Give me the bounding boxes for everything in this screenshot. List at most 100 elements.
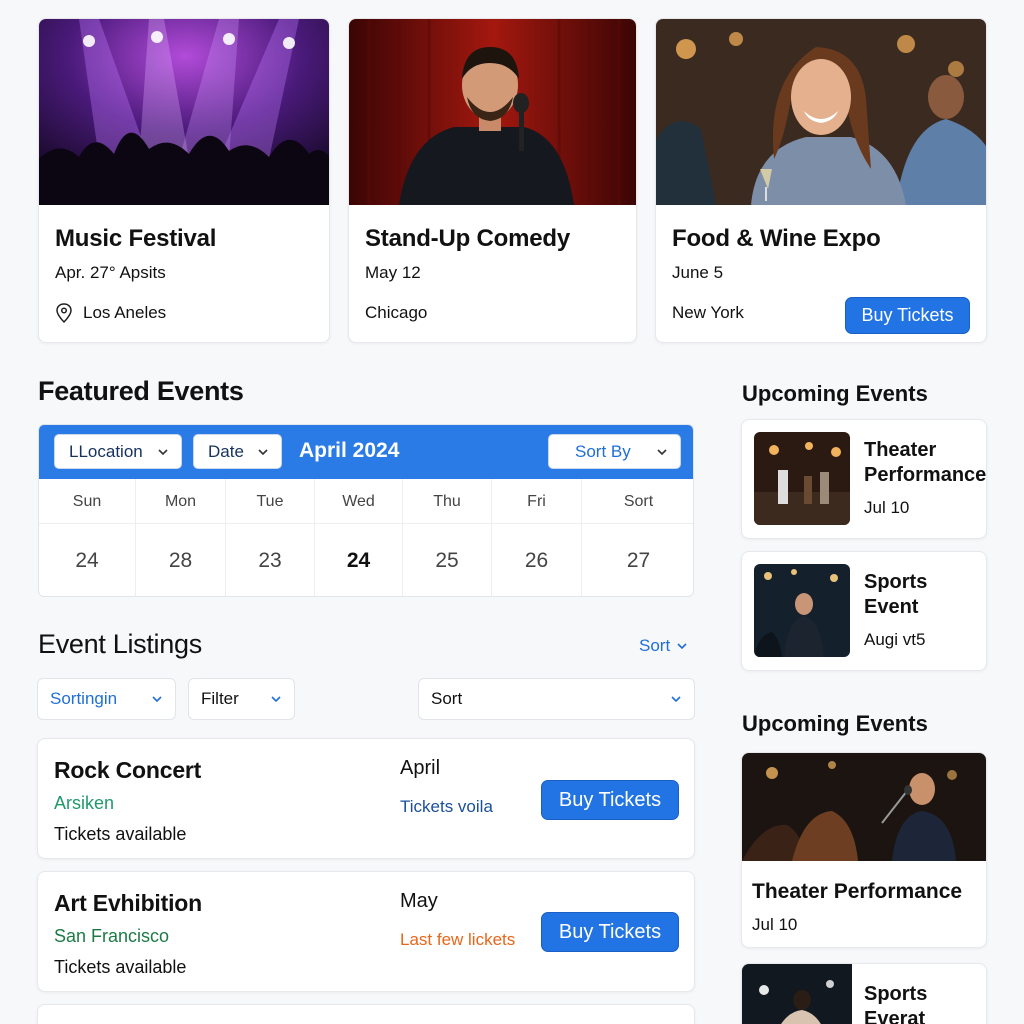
sort-link-label: Sort — [639, 636, 671, 655]
event-image — [39, 19, 329, 205]
upcoming-card-theater[interactable]: Theater Performance Jul 10 — [741, 419, 987, 539]
event-location-text: Los Aneles — [83, 303, 167, 322]
day-number: 23 — [258, 549, 282, 572]
chevron-down-icon — [671, 696, 681, 703]
upcoming-title-line: Performance — [864, 464, 987, 486]
upcoming-events-title: Upcoming Events — [742, 381, 928, 406]
day-number-current: 24 — [346, 549, 371, 572]
listing-month: April — [400, 757, 441, 779]
upcoming-card-sports-bottom[interactable]: Sports Everat — [741, 963, 987, 1024]
event-thumbnail — [754, 564, 850, 657]
event-image — [742, 753, 986, 861]
calendar-grid: Sun 24 Mon 28 Tue 23 Wed 24 Thu 25 Fri 2… — [39, 479, 693, 596]
upcoming-title-line: Event — [864, 596, 919, 618]
event-thumbnail — [742, 964, 852, 1024]
calendar-day-tue[interactable]: Tue 23 — [226, 479, 315, 596]
calendar-day-wed[interactable]: Wed 24 — [315, 479, 403, 596]
sort-by-select[interactable]: Sort By — [548, 434, 681, 469]
weekday-label: Wed — [342, 493, 375, 510]
day-number: 26 — [524, 549, 549, 572]
sort-select-label: Sort — [431, 689, 463, 708]
featured-events-title: Featured Events — [38, 376, 244, 406]
upcoming-title-line: Sports — [864, 983, 928, 1005]
sorting-select[interactable]: Sortingin — [37, 678, 176, 720]
chevron-down-icon — [152, 696, 162, 703]
event-location-text: New York — [672, 303, 744, 322]
event-title: Music Festival — [55, 225, 217, 252]
upcoming-feature-card[interactable]: Theater Performance Jul 10 — [741, 752, 987, 948]
listing-name: Art Evhibition — [54, 890, 202, 916]
event-title: Food & Wine Expo — [672, 225, 881, 252]
upcoming-date: Jul 10 — [864, 498, 910, 517]
event-location: Chicago — [365, 303, 427, 323]
chevron-down-icon — [271, 696, 281, 703]
weekday-label: Mon — [164, 493, 197, 510]
day-number: 24 — [75, 549, 99, 572]
buy-tickets-button[interactable]: Buy Tickets — [541, 912, 679, 952]
events-calendar: LLocation Date April 2024 Sort By Sun 24… — [38, 424, 694, 597]
listing-month: May — [400, 890, 438, 912]
listing-card-partial[interactable] — [37, 1004, 695, 1024]
upcoming-title-line: Theater — [864, 439, 937, 461]
listing-card-art-exhibition[interactable]: Art Evhibition San Francisco Tickets ava… — [37, 871, 695, 992]
date-select[interactable]: Date — [193, 434, 282, 469]
listing-card-rock-concert[interactable]: Rock Concert Arsiken Tickets available A… — [37, 738, 695, 859]
sort-by-label: Sort By — [575, 441, 631, 461]
listing-city: San Francisco — [54, 926, 170, 946]
weekday-label: Thu — [433, 493, 461, 510]
listing-name: Rock Concert — [54, 757, 202, 783]
calendar-toolbar: LLocation Date April 2024 Sort By — [39, 425, 693, 479]
listing-availability: Tickets available — [54, 824, 187, 844]
sort-link[interactable]: Sort — [639, 636, 688, 656]
sorting-select-label: Sortingin — [50, 689, 118, 708]
upcoming-title: Theater Performance — [864, 438, 986, 488]
event-image — [656, 19, 986, 205]
event-thumbnail — [754, 432, 850, 525]
calendar-month: April 2024 — [299, 439, 400, 462]
location-select[interactable]: LLocation — [54, 434, 182, 469]
upcoming-title: Sports Everat — [864, 982, 927, 1024]
upcoming-feature-date: Jul 10 — [752, 915, 798, 934]
event-date: June 5 — [672, 263, 724, 282]
upcoming-title: Sports Event — [864, 570, 927, 620]
event-image — [349, 19, 636, 205]
upcoming-card-sports[interactable]: Sports Event Augi vt5 — [741, 551, 987, 671]
event-location-text: Chicago — [365, 303, 428, 322]
event-date: Apr. 27° Apsits — [55, 263, 166, 282]
chevron-down-icon — [158, 448, 168, 455]
day-number: 27 — [626, 549, 651, 572]
weekday-label: Sort — [623, 493, 654, 510]
sort-select[interactable]: Sort — [418, 678, 695, 720]
chevron-down-icon — [657, 448, 667, 455]
location-pin-icon — [56, 303, 72, 323]
event-card-food-wine-expo[interactable]: Food & Wine Expo June 5 New York Buy Tic… — [655, 18, 987, 343]
weekday-label: Sun — [72, 493, 102, 510]
upcoming-title-line: Sports — [864, 571, 928, 593]
event-date: May 12 — [365, 263, 421, 282]
day-number: 25 — [435, 549, 459, 572]
calendar-day-fri[interactable]: Fri 26 — [492, 479, 582, 596]
location-select-label: LLocation — [69, 441, 143, 461]
listing-status: Last few lickets — [400, 930, 516, 949]
event-card-stand-up-comedy[interactable]: Stand-Up Comedy May 12 Chicago — [348, 18, 637, 343]
listing-status: Tickets voila — [400, 797, 493, 816]
buy-tickets-button[interactable]: Buy Tickets — [845, 297, 970, 334]
calendar-day-sun[interactable]: Sun 24 — [39, 479, 136, 596]
date-select-label: Date — [208, 441, 244, 461]
event-card-music-festival[interactable]: Music Festival Apr. 27° Apsits Los Anele… — [38, 18, 330, 343]
calendar-day-mon[interactable]: Mon 28 — [136, 479, 226, 596]
buy-tickets-button[interactable]: Buy Tickets — [541, 780, 679, 820]
chevron-down-icon — [677, 643, 687, 650]
event-listings-title: Event Listings — [38, 629, 202, 659]
filter-select[interactable]: Filter — [188, 678, 295, 720]
event-title: Stand-Up Comedy — [365, 225, 571, 252]
calendar-day-thu[interactable]: Thu 25 — [403, 479, 492, 596]
weekday-label: Fri — [527, 493, 546, 510]
upcoming-feature-title: Theater Performance — [752, 880, 963, 903]
calendar-day-sat[interactable]: Sort 27 — [582, 479, 693, 596]
day-number: 28 — [168, 549, 193, 572]
listing-availability: Tickets available — [54, 957, 187, 977]
weekday-label: Tue — [256, 493, 284, 510]
filter-select-label: Filter — [201, 689, 239, 708]
event-location: Los Aneles — [55, 303, 166, 323]
